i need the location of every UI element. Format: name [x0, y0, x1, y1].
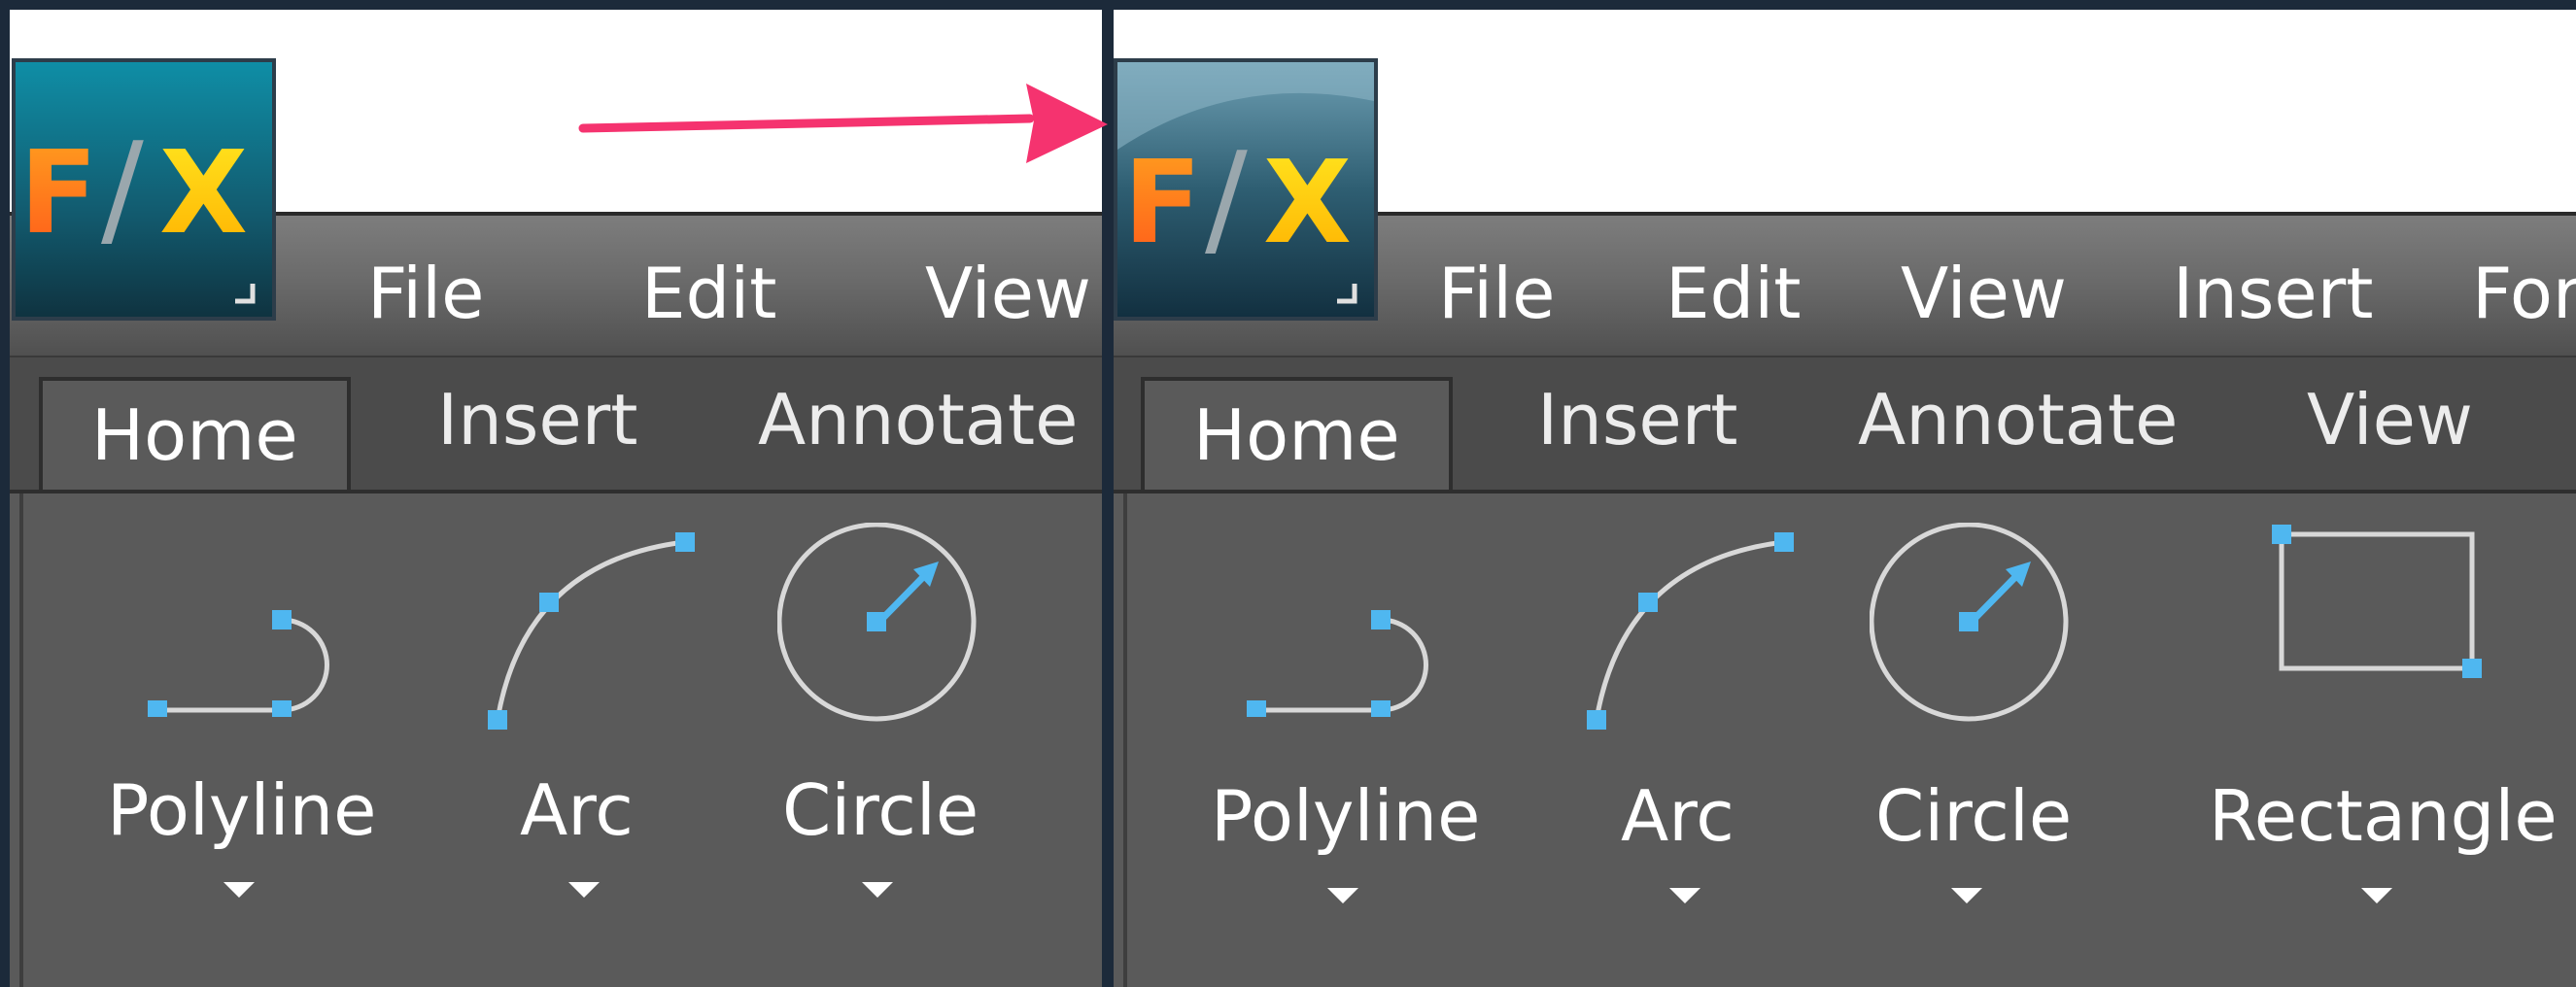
annotation-arrow-icon	[578, 84, 1108, 163]
